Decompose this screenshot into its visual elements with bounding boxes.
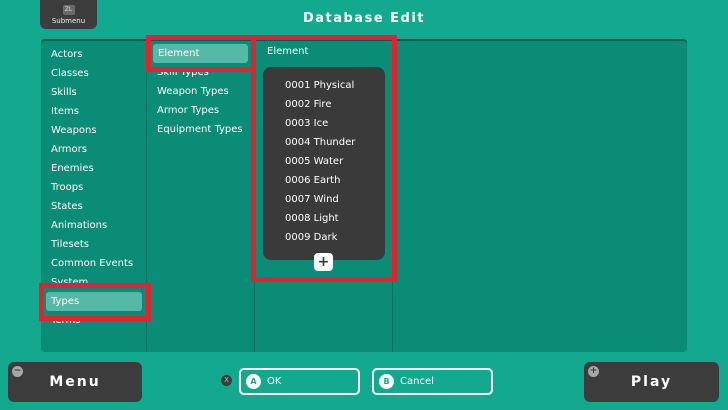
type-item-weapon-types[interactable]: Weapon Types [157,82,243,101]
category-item-troops[interactable]: Troops [51,178,133,197]
x-button-icon: X [221,375,232,386]
category-item-armors[interactable]: Armors [51,140,133,159]
category-item-states[interactable]: States [51,197,133,216]
highlight-box-types [39,283,151,321]
type-item-armor-types[interactable]: Armor Types [157,101,243,120]
highlight-box-element [146,35,256,72]
category-item-actors[interactable]: Actors [51,45,133,64]
ok-label: OK [267,376,282,387]
cancel-label: Cancel [400,376,434,387]
category-item-animations[interactable]: Animations [51,216,133,235]
category-item-weapons[interactable]: Weapons [51,121,133,140]
play-button[interactable]: + Play [584,362,719,402]
type-list: Skill Types Weapon Types Armor Types Equ… [157,63,243,139]
page-title: Database Edit [302,11,426,26]
ok-button[interactable]: A OK [239,368,360,395]
minus-icon: − [12,366,23,377]
a-button-icon: A [246,374,261,389]
b-button-icon: B [379,374,394,389]
play-button-label: Play [630,374,673,390]
highlight-box-element-list [251,35,397,282]
menu-button[interactable]: − Menu [8,362,142,402]
category-item-tilesets[interactable]: Tilesets [51,235,133,254]
category-item-classes[interactable]: Classes [51,64,133,83]
plus-icon: + [588,366,599,377]
category-item-enemies[interactable]: Enemies [51,159,133,178]
menu-button-label: Menu [49,374,101,390]
category-item-common-events[interactable]: Common Events [51,254,133,273]
type-item-equipment-types[interactable]: Equipment Types [157,120,243,139]
category-item-skills[interactable]: Skills [51,83,133,102]
category-item-items[interactable]: Items [51,102,133,121]
cancel-button[interactable]: B Cancel [372,368,493,395]
